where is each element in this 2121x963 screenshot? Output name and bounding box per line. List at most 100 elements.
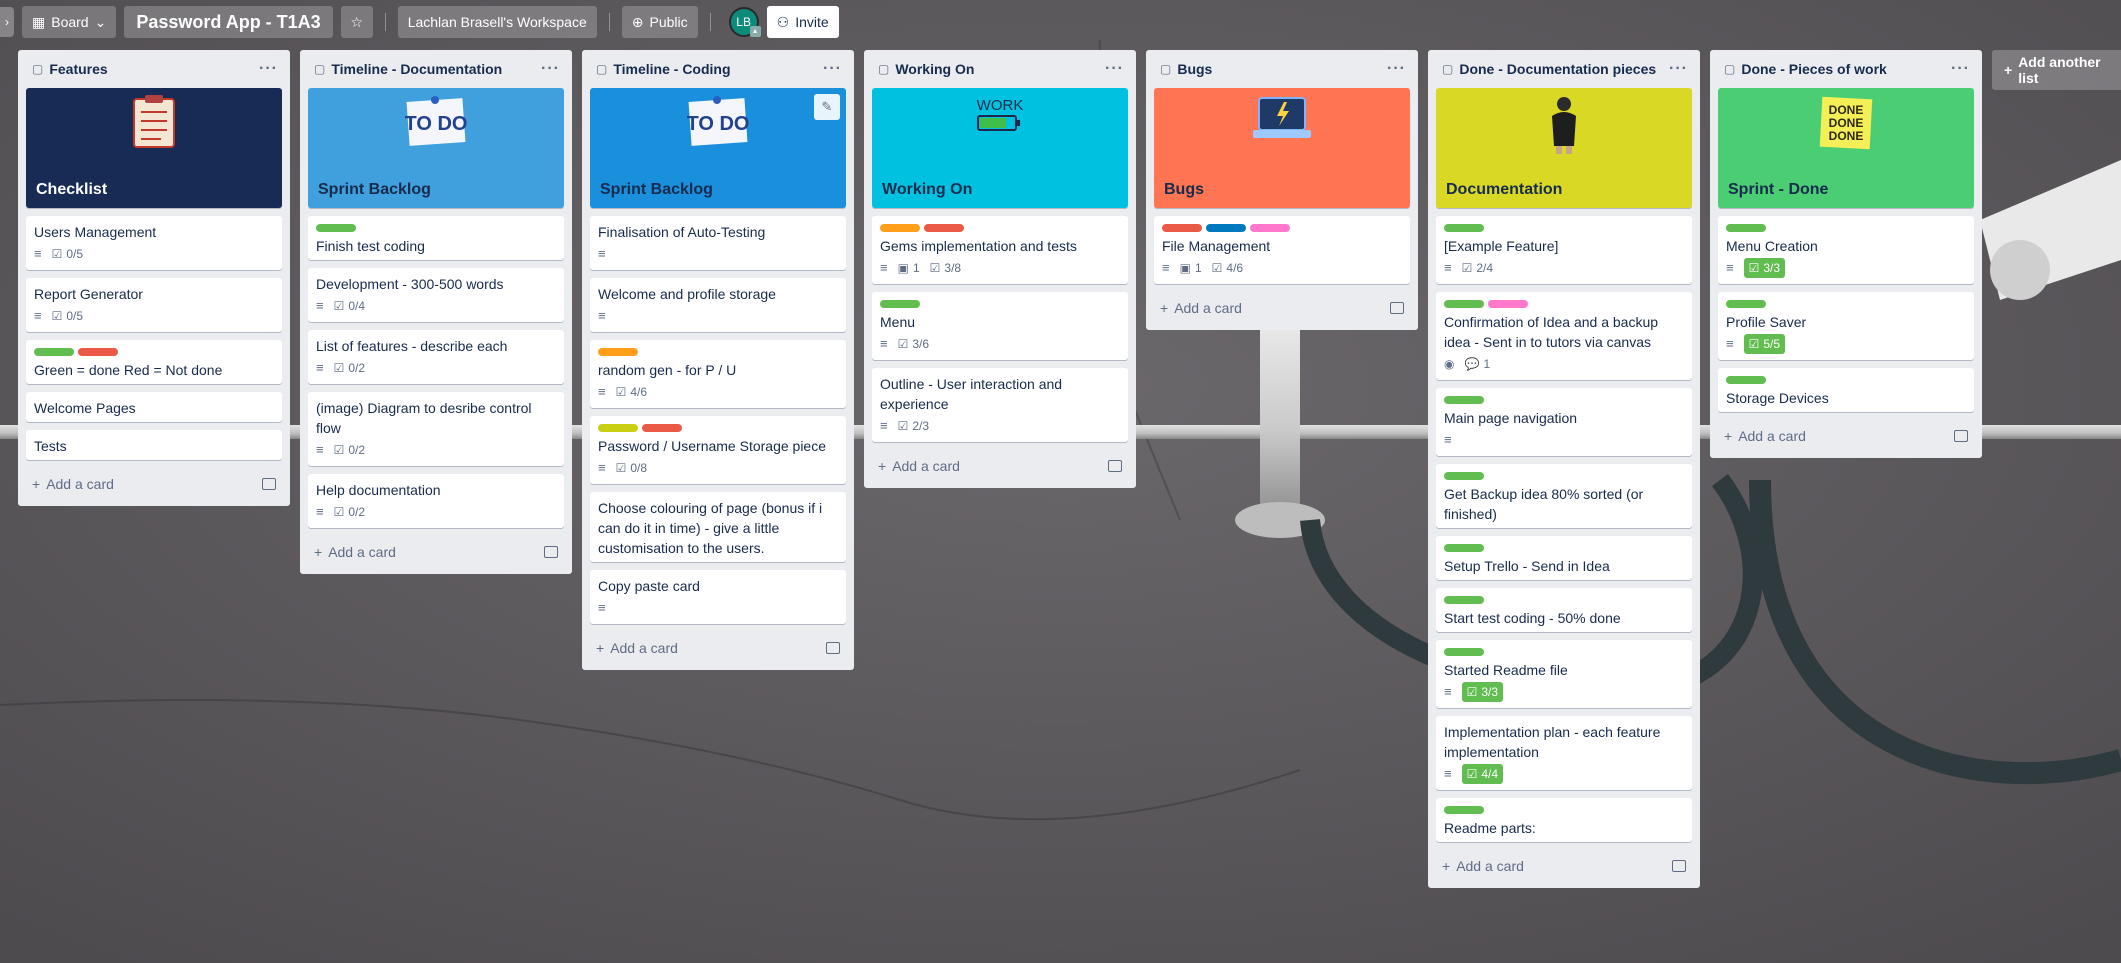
label-red[interactable] [78, 348, 118, 356]
card[interactable]: Storage Devices [1718, 368, 1974, 412]
card[interactable]: Welcome and profile storage ≡ [590, 278, 846, 332]
label-green[interactable] [880, 300, 920, 308]
card[interactable]: Implementation plan - each feature imple… [1436, 716, 1692, 790]
star-board-button[interactable]: ☆ [340, 6, 373, 38]
card[interactable]: Start test coding - 50% done [1436, 588, 1692, 632]
list-title[interactable]: Done - Documentation pieces [1459, 61, 1656, 77]
card[interactable]: Main page navigation ≡ [1436, 388, 1692, 456]
card[interactable]: Outline - User interaction and experienc… [872, 368, 1128, 442]
list-menu-icon[interactable]: ··· [1387, 60, 1406, 78]
list-header[interactable]: ▢ Bugs ··· [1154, 50, 1410, 88]
list-menu-icon[interactable]: ··· [823, 60, 842, 78]
card[interactable]: Help documentation ≡ ☑ 0/2 [308, 474, 564, 528]
cover-card[interactable]: TO DO Sprint Backlog ✎ [590, 88, 846, 208]
board-title[interactable]: Password App - T1A3 [124, 6, 333, 38]
cover-card[interactable]: WORK Working On [872, 88, 1128, 208]
card[interactable]: (image) Diagram to desribe control flow ≡… [308, 392, 564, 466]
list[interactable]: ▢ Timeline - Documentation ··· TO DO Sprin… [300, 50, 572, 574]
list-header[interactable]: ▢ Features ··· [26, 50, 282, 88]
label-green[interactable] [1444, 224, 1484, 232]
visibility-button[interactable]: ⊕ Public [621, 6, 698, 38]
add-card-button[interactable]: + Add a card [590, 632, 846, 664]
expand-sidebar-button[interactable]: › [0, 7, 14, 37]
card[interactable]: Gems implementation and tests ≡ ▣ 1 ☑ 3/8 [872, 216, 1128, 284]
cover-card[interactable]: DONE DONE DONE Sprint - Done [1718, 88, 1974, 208]
add-card-button[interactable]: + Add a card [308, 536, 564, 568]
cover-card[interactable]: Bugs [1154, 88, 1410, 208]
card[interactable]: Copy paste card ≡ [590, 570, 846, 624]
invite-button[interactable]: ⚇ Invite [766, 6, 839, 38]
edit-card-pencil-icon[interactable]: ✎ [814, 94, 840, 120]
label-green[interactable] [1726, 224, 1766, 232]
card[interactable]: Welcome Pages [26, 392, 282, 422]
card[interactable]: Profile Saver ≡ ☑ 5/5 [1718, 292, 1974, 360]
card[interactable]: Development - 300-500 words ≡ ☑ 0/4 [308, 268, 564, 322]
label-blue[interactable] [1206, 224, 1246, 232]
list-title[interactable]: Bugs [1177, 61, 1212, 77]
list-title[interactable]: Working On [895, 61, 974, 77]
card-template-icon[interactable] [262, 478, 276, 490]
card[interactable]: Started Readme file ≡ ☑ 3/3 [1436, 640, 1692, 708]
list-menu-icon[interactable]: ··· [541, 60, 560, 78]
card-template-icon[interactable] [544, 546, 558, 558]
card[interactable]: Readme parts: [1436, 798, 1692, 842]
card[interactable]: Get Backup idea 80% sorted (or finished) [1436, 464, 1692, 528]
card[interactable]: Green = done Red = Not done [26, 340, 282, 384]
card[interactable]: Menu Creation ≡ ☑ 3/3 [1718, 216, 1974, 284]
card[interactable]: Confirmation of Idea and a backup idea -… [1436, 292, 1692, 380]
add-card-button[interactable]: + Add a card [1154, 292, 1410, 324]
list[interactable]: ▢ Bugs ··· Bugs File Management ≡ ▣ 1 ☑ 4/6 + Add… [1146, 50, 1418, 330]
list[interactable]: ▢ Done - Documentation pieces ··· Document… [1428, 50, 1700, 888]
card[interactable]: Finish test coding [308, 216, 564, 260]
label-pink[interactable] [1250, 224, 1290, 232]
label-red[interactable] [642, 424, 682, 432]
card-template-icon[interactable] [1672, 860, 1686, 872]
card[interactable]: Menu ≡ ☑ 3/6 [872, 292, 1128, 360]
label-orange[interactable] [598, 348, 638, 356]
card[interactable]: Choose colouring of page (bonus if i can… [590, 492, 846, 562]
list-menu-icon[interactable]: ··· [1669, 60, 1688, 78]
list-header[interactable]: ▢ Working On ··· [872, 50, 1128, 88]
add-card-button[interactable]: + Add a card [872, 450, 1128, 482]
label-green[interactable] [1444, 472, 1484, 480]
list-title[interactable]: Timeline - Documentation [331, 61, 502, 77]
list-header[interactable]: ▢ Done - Documentation pieces ··· [1436, 50, 1692, 88]
list-menu-icon[interactable]: ··· [1105, 60, 1124, 78]
add-card-button[interactable]: + Add a card [1718, 420, 1974, 452]
card-template-icon[interactable] [826, 642, 840, 654]
card-template-icon[interactable] [1108, 460, 1122, 472]
card[interactable]: Tests [26, 430, 282, 460]
card[interactable]: File Management ≡ ▣ 1 ☑ 4/6 [1154, 216, 1410, 284]
list-menu-icon[interactable]: ··· [259, 60, 278, 78]
label-green[interactable] [1444, 648, 1484, 656]
card-template-icon[interactable] [1390, 302, 1404, 314]
cover-card[interactable]: Checklist [26, 88, 282, 208]
list[interactable]: ▢ Working On ··· WORK Working On Gems impl… [864, 50, 1136, 488]
label-red[interactable] [924, 224, 964, 232]
member-avatar[interactable]: LB ▲ [728, 7, 761, 37]
card[interactable]: Password / Username Storage piece ≡ ☑ 0/8 [590, 416, 846, 484]
label-green[interactable] [1444, 596, 1484, 604]
label-green[interactable] [1726, 376, 1766, 384]
card[interactable]: List of features - describe each ≡ ☑ 0/2 [308, 330, 564, 384]
label-green[interactable] [1444, 300, 1484, 308]
card-template-icon[interactable] [1954, 430, 1968, 442]
label-green[interactable] [316, 224, 356, 232]
card[interactable]: random gen - for P / U ≡ ☑ 4/6 [590, 340, 846, 408]
label-green[interactable] [1726, 300, 1766, 308]
list-title[interactable]: Done - Pieces of work [1741, 61, 1886, 77]
list[interactable]: ▢ Features ··· Checklist Users Management ≡… [18, 50, 290, 506]
add-card-button[interactable]: + Add a card [1436, 850, 1692, 882]
add-card-button[interactable]: + Add a card [26, 468, 282, 500]
card[interactable]: [Example Feature] ≡ ☑ 2/4 [1436, 216, 1692, 284]
cover-card[interactable]: TO DO Sprint Backlog [308, 88, 564, 208]
card[interactable]: Finalisation of Auto-Testing ≡ [590, 216, 846, 270]
add-list-button[interactable]: + Add another list [1992, 50, 2121, 90]
list-title[interactable]: Timeline - Coding [613, 61, 730, 77]
card[interactable]: Report Generator ≡ ☑ 0/5 [26, 278, 282, 332]
list-header[interactable]: ▢ Done - Pieces of work ··· [1718, 50, 1974, 88]
workspace-button[interactable]: Lachlan Brasell's Workspace [397, 6, 597, 38]
list[interactable]: ▢ Done - Pieces of work ··· DONE DONE DONE S… [1710, 50, 1982, 458]
label-green[interactable] [1444, 396, 1484, 404]
list-header[interactable]: ▢ Timeline - Documentation ··· [308, 50, 564, 88]
